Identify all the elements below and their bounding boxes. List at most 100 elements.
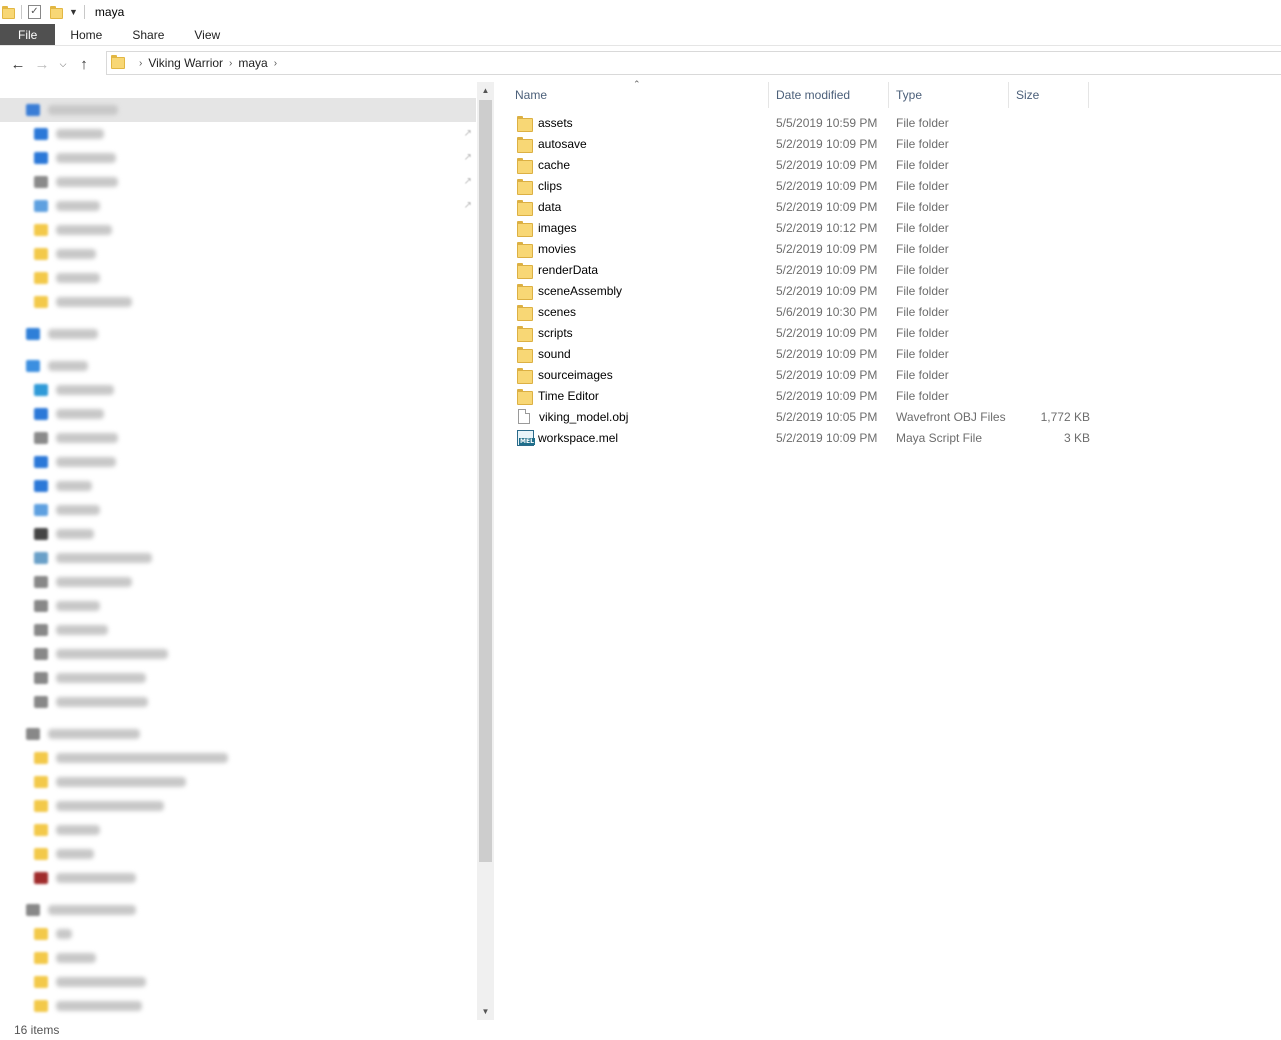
- nav-item[interactable]: [0, 618, 476, 642]
- file-row[interactable]: Time Editor 5/2/2019 10:09 PM File folder: [508, 385, 1098, 406]
- new-folder-icon[interactable]: [50, 6, 63, 19]
- file-name-cell[interactable]: clips: [508, 178, 776, 195]
- recent-locations-button[interactable]: ⌵: [54, 52, 72, 76]
- chevron-right-icon[interactable]: ›: [229, 58, 232, 69]
- address-bar[interactable]: › Viking Warrior › maya ›: [106, 51, 1281, 75]
- nav-item[interactable]: [0, 266, 476, 290]
- pin-icon[interactable]: ↗: [464, 200, 472, 211]
- nav-item[interactable]: [0, 690, 476, 714]
- file-name-cell[interactable]: scenes: [508, 304, 776, 321]
- nav-item[interactable]: ↗: [0, 122, 476, 146]
- scrollbar-thumb[interactable]: [479, 100, 492, 862]
- file-name-cell[interactable]: autosave: [508, 136, 776, 153]
- nav-item[interactable]: [0, 322, 476, 346]
- nav-item[interactable]: [0, 498, 476, 522]
- file-name-cell[interactable]: renderData: [508, 262, 776, 279]
- nav-item[interactable]: [0, 426, 476, 450]
- breadcrumb-viking-warrior[interactable]: Viking Warrior: [148, 56, 223, 70]
- column-header-date-modified[interactable]: Date modified: [769, 82, 889, 108]
- nav-item[interactable]: [0, 402, 476, 426]
- nav-item[interactable]: [0, 994, 476, 1018]
- file-name-cell[interactable]: scripts: [508, 325, 776, 342]
- file-row[interactable]: autosave 5/2/2019 10:09 PM File folder: [508, 133, 1098, 154]
- chevron-right-icon[interactable]: ›: [139, 58, 142, 69]
- nav-item[interactable]: [0, 818, 476, 842]
- tab-view[interactable]: View: [179, 24, 235, 45]
- tab-share[interactable]: Share: [117, 24, 179, 45]
- nav-item[interactable]: [0, 98, 476, 122]
- nav-item[interactable]: ↗: [0, 194, 476, 218]
- file-name-cell[interactable]: data: [508, 199, 776, 216]
- column-header-name[interactable]: Name: [508, 82, 769, 108]
- file-name-cell[interactable]: sceneAssembly: [508, 283, 776, 300]
- nav-item[interactable]: [0, 722, 476, 746]
- tab-home[interactable]: Home: [55, 24, 117, 45]
- nav-item[interactable]: [0, 866, 476, 890]
- nav-item[interactable]: [0, 450, 476, 474]
- tab-file[interactable]: File: [0, 24, 56, 45]
- file-name-cell[interactable]: Time Editor: [508, 388, 776, 405]
- nav-item[interactable]: [0, 218, 476, 242]
- pin-icon[interactable]: ↗: [464, 176, 472, 187]
- nav-item[interactable]: [0, 642, 476, 666]
- forward-button[interactable]: →: [30, 52, 54, 76]
- file-row[interactable]: cache 5/2/2019 10:09 PM File folder: [508, 154, 1098, 175]
- nav-item-label: [56, 505, 100, 515]
- nav-item[interactable]: [0, 242, 476, 266]
- nav-item[interactable]: [0, 746, 476, 770]
- column-header-type[interactable]: Type: [889, 82, 1009, 108]
- nav-item[interactable]: [0, 290, 476, 314]
- scroll-up-icon[interactable]: ▲: [477, 82, 494, 99]
- nav-item[interactable]: [0, 378, 476, 402]
- file-row[interactable]: assets 5/5/2019 10:59 PM File folder: [508, 112, 1098, 133]
- file-row[interactable]: movies 5/2/2019 10:09 PM File folder: [508, 238, 1098, 259]
- nav-item[interactable]: [0, 522, 476, 546]
- file-name-cell[interactable]: assets: [508, 115, 776, 132]
- navigation-pane-scrollbar[interactable]: ▲ ▼: [477, 82, 494, 1020]
- file-name-cell[interactable]: MEL workspace.mel: [508, 429, 776, 446]
- back-button[interactable]: ←: [6, 52, 30, 76]
- chevron-right-icon[interactable]: ›: [274, 58, 277, 69]
- file-name-cell[interactable]: sourceimages: [508, 367, 776, 384]
- quick-access-dropdown-icon[interactable]: ▼: [69, 7, 78, 17]
- file-row[interactable]: MEL workspace.mel 5/2/2019 10:09 PM Maya Sc…: [508, 427, 1098, 448]
- file-row[interactable]: renderData 5/2/2019 10:09 PM File folder: [508, 259, 1098, 280]
- column-header-size[interactable]: Size: [1009, 82, 1089, 108]
- nav-item[interactable]: [0, 770, 476, 794]
- file-name-cell[interactable]: sound: [508, 346, 776, 363]
- pin-icon[interactable]: ↗: [464, 128, 472, 139]
- file-row[interactable]: clips 5/2/2019 10:09 PM File folder: [508, 175, 1098, 196]
- file-row[interactable]: viking_model.obj 5/2/2019 10:05 PM Wavefro…: [508, 406, 1098, 427]
- file-row[interactable]: images 5/2/2019 10:12 PM File folder: [508, 217, 1098, 238]
- nav-item[interactable]: [0, 946, 476, 970]
- file-row[interactable]: sceneAssembly 5/2/2019 10:09 PM File folde…: [508, 280, 1098, 301]
- archive-icon: [34, 872, 48, 884]
- pin-icon[interactable]: ↗: [464, 152, 472, 163]
- breadcrumb-maya[interactable]: maya: [238, 56, 267, 70]
- properties-icon[interactable]: ✓: [28, 5, 41, 19]
- file-name-cell[interactable]: viking_model.obj: [508, 409, 776, 424]
- nav-item[interactable]: [0, 474, 476, 498]
- up-button[interactable]: ↑: [72, 52, 96, 76]
- nav-item[interactable]: ↗: [0, 170, 476, 194]
- nav-item[interactable]: [0, 842, 476, 866]
- file-name-cell[interactable]: movies: [508, 241, 776, 258]
- file-name-cell[interactable]: images: [508, 220, 776, 237]
- file-row[interactable]: sourceimages 5/2/2019 10:09 PM File folder: [508, 364, 1098, 385]
- nav-item[interactable]: [0, 570, 476, 594]
- nav-item[interactable]: [0, 794, 476, 818]
- nav-item[interactable]: ↗: [0, 146, 476, 170]
- nav-item[interactable]: [0, 354, 476, 378]
- nav-item[interactable]: [0, 898, 476, 922]
- file-name-cell[interactable]: cache: [508, 157, 776, 174]
- nav-item[interactable]: [0, 666, 476, 690]
- nav-item[interactable]: [0, 922, 476, 946]
- nav-item[interactable]: [0, 594, 476, 618]
- file-row[interactable]: sound 5/2/2019 10:09 PM File folder: [508, 343, 1098, 364]
- nav-item[interactable]: [0, 546, 476, 570]
- nav-item[interactable]: [0, 970, 476, 994]
- file-row[interactable]: scenes 5/6/2019 10:30 PM File folder: [508, 301, 1098, 322]
- file-row[interactable]: scripts 5/2/2019 10:09 PM File folder: [508, 322, 1098, 343]
- scroll-down-icon[interactable]: ▼: [477, 1003, 494, 1020]
- file-row[interactable]: data 5/2/2019 10:09 PM File folder: [508, 196, 1098, 217]
